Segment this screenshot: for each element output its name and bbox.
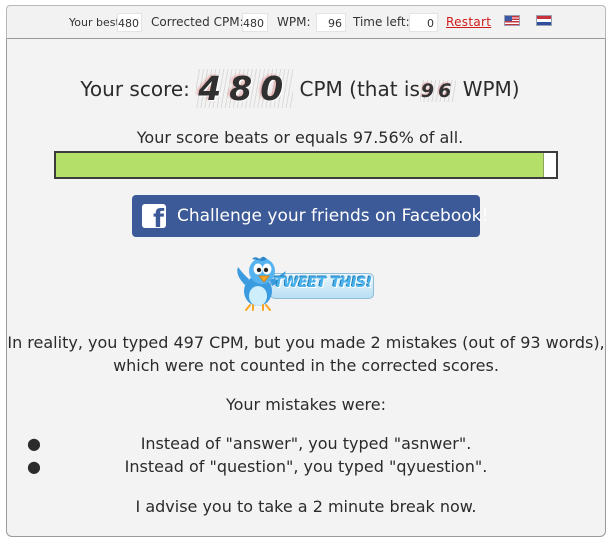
netherlands-flag-icon[interactable]: [536, 15, 552, 26]
score-prefix: Your score:: [80, 77, 190, 101]
facebook-button-label: Challenge your friends on Facebook!: [177, 206, 489, 226]
time-left-value: 0: [409, 13, 438, 32]
facebook-icon: f: [142, 204, 166, 228]
wpm-label: WPM:: [277, 15, 311, 29]
score-cpm-value: 480: [196, 69, 294, 108]
mistake-item: ● Instead of "answer", you typed "asnwer…: [0, 434, 612, 453]
corrected-cpm-label: Corrected CPM:: [151, 15, 244, 29]
mistakes-title: Your mistakes were:: [225, 395, 387, 414]
bullet-icon: ●: [27, 457, 41, 476]
us-flag-icon[interactable]: [504, 15, 520, 26]
mistake-item: ● Instead of "question", you typed "qyue…: [0, 457, 612, 476]
reality-line-2: which were not counted in the corrected …: [113, 356, 499, 375]
restart-link[interactable]: Restart: [446, 15, 491, 29]
stats-bar: Your best: 480 Corrected CPM: 480 WPM: 9…: [6, 5, 606, 39]
corrected-cpm-value: 480: [242, 13, 268, 32]
percentile-progress-fill: [56, 153, 544, 177]
percentile-text: Your score beats or equals 97.56% of all…: [136, 128, 464, 147]
time-left-label: Time left:: [353, 15, 410, 29]
tweet-this-button[interactable]: TWEET THIS!: [236, 255, 376, 311]
mistake-text: Instead of "answer", you typed "asnwer".: [140, 434, 472, 453]
wpm-value: 96: [316, 13, 346, 32]
score-suffix: WPM): [462, 77, 520, 101]
your-best-label: Your best:: [69, 16, 124, 29]
tweet-this-label: TWEET THIS!: [273, 275, 373, 291]
bullet-icon: ●: [27, 434, 41, 453]
reality-line-1: In reality, you typed 497 CPM, but you m…: [7, 333, 605, 352]
your-best-value: 480: [117, 13, 142, 32]
reality-text: In reality, you typed 497 CPM, but you m…: [0, 331, 612, 377]
score-middle: CPM (that is: [299, 77, 420, 101]
facebook-challenge-button[interactable]: f Challenge your friends on Facebook!: [132, 195, 488, 237]
mistake-text: Instead of "question", you typed "qyuest…: [124, 457, 488, 476]
score-line: Your score: 480 CPM (that is96 WPM): [0, 69, 600, 108]
percentile-progress-bar: [54, 151, 558, 179]
break-advice: I advise you to take a 2 minute break no…: [135, 497, 477, 516]
score-wpm-value: 96: [419, 80, 457, 102]
